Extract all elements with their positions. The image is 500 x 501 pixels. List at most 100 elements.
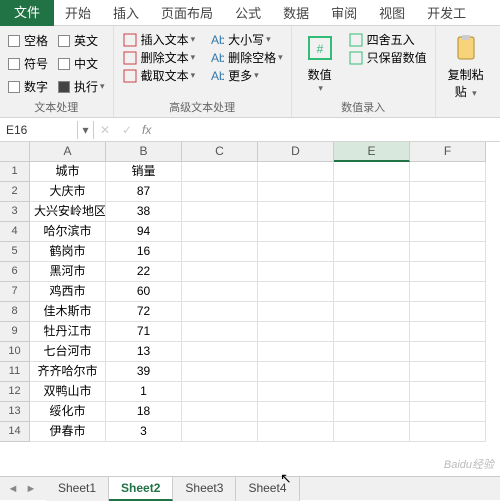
ribbon-tab[interactable]: 数据 [272, 0, 320, 27]
cell[interactable] [334, 282, 410, 302]
ribbon-tab[interactable]: 开始 [54, 0, 102, 27]
cell[interactable] [182, 342, 258, 362]
cell[interactable]: 牡丹江市 [30, 322, 106, 342]
cell[interactable]: 伊春市 [30, 422, 106, 442]
row-header[interactable]: 10 [0, 342, 30, 362]
sheet-tab[interactable]: Sheet4 [236, 477, 299, 501]
cell[interactable] [182, 222, 258, 242]
cell[interactable]: 佳木斯市 [30, 302, 106, 322]
row-header[interactable]: 4 [0, 222, 30, 242]
cell[interactable]: 鸡西市 [30, 282, 106, 302]
row-header[interactable]: 2 [0, 182, 30, 202]
text-action-button[interactable]: 插入文本▾ [122, 31, 196, 48]
cell[interactable] [258, 282, 334, 302]
cell[interactable] [334, 222, 410, 242]
cell[interactable] [334, 322, 410, 342]
row-header[interactable]: 3 [0, 202, 30, 222]
file-tab[interactable]: 文件 [0, 0, 54, 26]
ribbon-tab[interactable]: 页面布局 [150, 0, 224, 27]
row-header[interactable]: 11 [0, 362, 30, 382]
cell[interactable] [410, 242, 486, 262]
column-header[interactable]: E [334, 142, 410, 162]
sheet-tab[interactable]: Sheet3 [173, 477, 236, 501]
cell[interactable] [334, 342, 410, 362]
cell[interactable]: 3 [106, 422, 182, 442]
cell[interactable] [410, 282, 486, 302]
select-all-corner[interactable] [0, 142, 30, 162]
sheet-tab[interactable]: Sheet2 [109, 477, 173, 501]
cell[interactable] [182, 262, 258, 282]
cell[interactable] [258, 302, 334, 322]
cell[interactable]: 销量 [106, 162, 182, 182]
cell[interactable]: 39 [106, 362, 182, 382]
row-header[interactable]: 12 [0, 382, 30, 402]
cell[interactable]: 16 [106, 242, 182, 262]
row-header[interactable]: 13 [0, 402, 30, 422]
cell[interactable] [258, 382, 334, 402]
cell[interactable]: 鹤岗市 [30, 242, 106, 262]
sheet-nav-next[interactable]: ► [22, 483, 40, 495]
cell[interactable]: 哈尔滨市 [30, 222, 106, 242]
column-header[interactable]: B [106, 142, 182, 162]
cell[interactable] [334, 362, 410, 382]
cell[interactable] [182, 422, 258, 442]
cell[interactable]: 城市 [30, 162, 106, 182]
cell[interactable] [410, 262, 486, 282]
row-header[interactable]: 6 [0, 262, 30, 282]
ribbon-tab[interactable]: 视图 [368, 0, 416, 27]
cell[interactable]: 18 [106, 402, 182, 422]
cell[interactable]: 齐齐哈尔市 [30, 362, 106, 382]
cell[interactable] [182, 182, 258, 202]
cell[interactable] [182, 202, 258, 222]
cell[interactable]: 87 [106, 182, 182, 202]
checkbox-option[interactable]: 执行▾ [58, 78, 105, 95]
cell[interactable] [182, 382, 258, 402]
cancel-formula-button[interactable]: ✕ [94, 121, 116, 139]
cell[interactable] [410, 202, 486, 222]
checkbox-option[interactable]: 空格 [8, 32, 48, 49]
cell[interactable] [182, 322, 258, 342]
name-box-dropdown[interactable]: ▾ [78, 121, 94, 139]
cell[interactable] [410, 422, 486, 442]
ribbon-tab[interactable]: 审阅 [320, 0, 368, 27]
cell[interactable] [334, 422, 410, 442]
column-header[interactable]: D [258, 142, 334, 162]
cell[interactable] [410, 402, 486, 422]
cell[interactable]: 双鸭山市 [30, 382, 106, 402]
cell[interactable] [182, 302, 258, 322]
value-action-button[interactable]: 只保留数值 [348, 49, 427, 66]
column-header[interactable]: F [410, 142, 486, 162]
enter-formula-button[interactable]: ✓ [116, 121, 138, 139]
column-header[interactable]: A [30, 142, 106, 162]
cell[interactable]: 1 [106, 382, 182, 402]
sheet-tab[interactable]: Sheet1 [46, 477, 109, 501]
checkbox-option[interactable]: 符号 [8, 55, 48, 72]
name-box[interactable]: E16 [0, 121, 78, 139]
cell[interactable] [258, 242, 334, 262]
cell[interactable]: 绥化市 [30, 402, 106, 422]
cell[interactable]: 71 [106, 322, 182, 342]
cell[interactable] [182, 362, 258, 382]
cell[interactable] [182, 162, 258, 182]
row-header[interactable]: 14 [0, 422, 30, 442]
fx-icon[interactable]: fx [138, 121, 155, 139]
cell[interactable] [410, 382, 486, 402]
cell[interactable] [334, 182, 410, 202]
cell[interactable]: 大庆市 [30, 182, 106, 202]
spreadsheet-grid[interactable]: ABCDEF 1城市销量2大庆市873大兴安岭地区384哈尔滨市945鹤岗市16… [0, 142, 500, 442]
cell[interactable] [258, 402, 334, 422]
checkbox-option[interactable]: 中文 [58, 55, 105, 72]
cell[interactable] [410, 342, 486, 362]
cell[interactable] [410, 182, 486, 202]
cell[interactable] [182, 282, 258, 302]
checkbox-option[interactable]: 英文 [58, 32, 105, 49]
cell[interactable] [258, 262, 334, 282]
text-action-button[interactable]: Ab更多▾ [209, 67, 283, 84]
row-header[interactable]: 7 [0, 282, 30, 302]
sheet-nav-prev[interactable]: ◄ [4, 483, 22, 495]
row-header[interactable]: 5 [0, 242, 30, 262]
cell[interactable] [334, 402, 410, 422]
cell[interactable]: 13 [106, 342, 182, 362]
cell[interactable]: 72 [106, 302, 182, 322]
cell[interactable] [258, 222, 334, 242]
